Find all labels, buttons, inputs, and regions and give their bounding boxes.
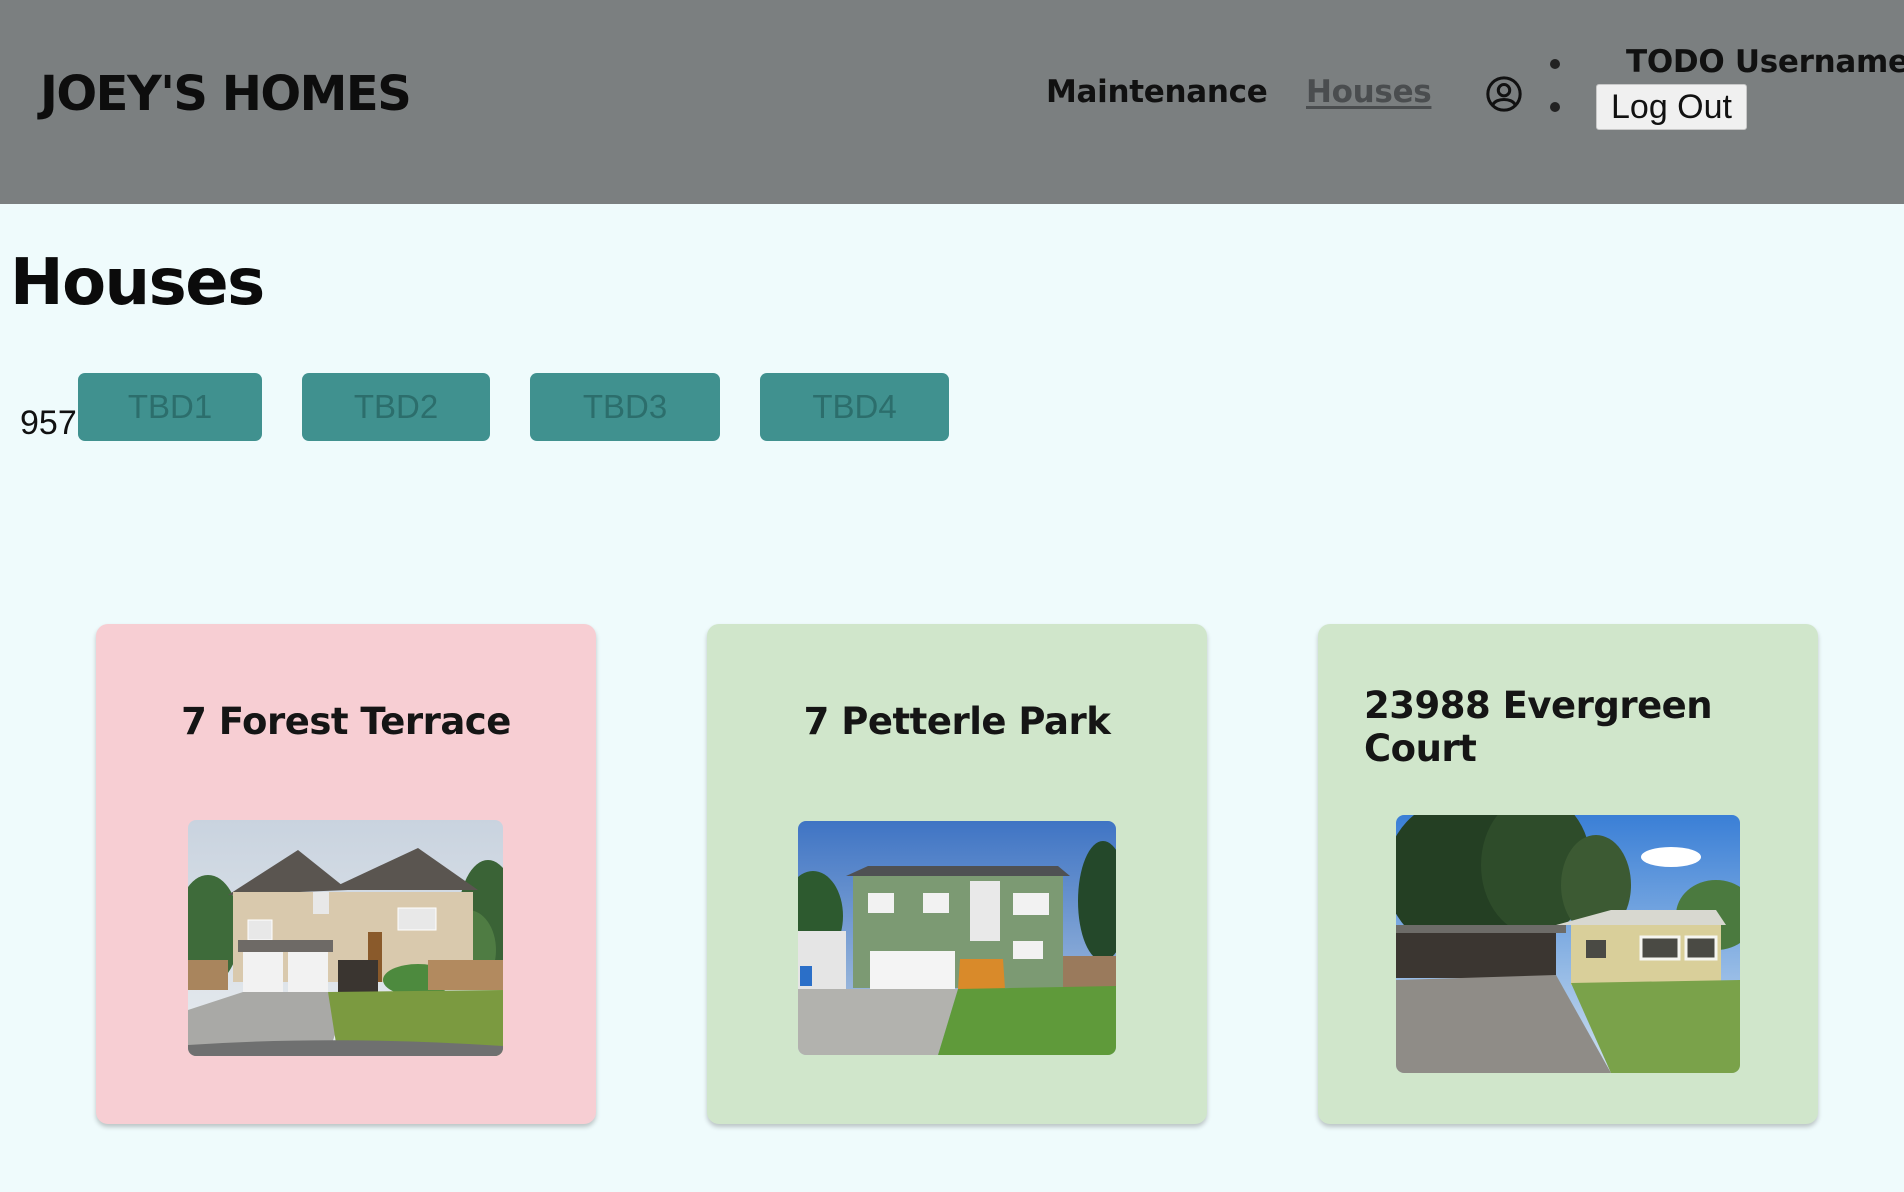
house-card-title: 7 Petterle Park xyxy=(803,700,1111,743)
brand-logo[interactable]: JOEY'S HOMES xyxy=(40,66,412,122)
top-nav-bar: JOEY'S HOMES Maintenance Houses TODO Use… xyxy=(0,0,1904,204)
page-title: Houses xyxy=(10,246,265,320)
nav-link-houses[interactable]: Houses xyxy=(1306,74,1432,110)
house-card[interactable]: 7 Petterle Park xyxy=(707,624,1207,1124)
username-label: TODO Username xyxy=(1626,44,1904,80)
logout-button[interactable]: Log Out xyxy=(1596,84,1747,130)
house-card-title: 7 Forest Terrace xyxy=(181,700,511,743)
bullet-dot xyxy=(1550,102,1560,112)
house-photo xyxy=(798,821,1116,1055)
house-card[interactable]: 7 Forest Terrace xyxy=(96,624,596,1124)
house-count: 957 xyxy=(20,404,77,442)
house-card-title: 23988 Evergreen Court xyxy=(1364,684,1713,770)
house-photo xyxy=(188,820,503,1056)
filter-button-tbd2[interactable]: TBD2 xyxy=(302,373,490,441)
bullet-dot xyxy=(1550,59,1560,69)
user-circle-icon[interactable] xyxy=(1485,75,1523,113)
filter-button-tbd1[interactable]: TBD1 xyxy=(78,373,262,441)
filter-button-tbd3[interactable]: TBD3 xyxy=(530,373,720,441)
house-photo xyxy=(1396,815,1740,1073)
nav-link-maintenance[interactable]: Maintenance xyxy=(1046,74,1268,110)
filter-button-tbd4[interactable]: TBD4 xyxy=(760,373,949,441)
house-card[interactable]: 23988 Evergreen Court xyxy=(1318,624,1818,1124)
